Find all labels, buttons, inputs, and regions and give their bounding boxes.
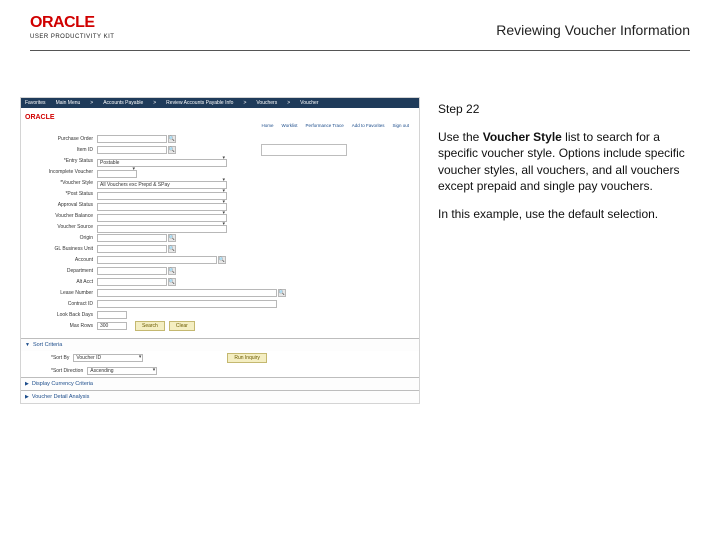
brand-block: ORACLE USER PRODUCTIVITY KIT [30, 14, 114, 40]
clear-button[interactable]: Clear [169, 321, 195, 331]
section-sort-label: Sort Criteria [33, 342, 62, 348]
search-form: Purchase Order🔍 Item ID🔍 *Entry StatusPo… [21, 131, 419, 338]
oracle-small-logo: ORACLE [25, 114, 55, 121]
account-label: Account [27, 257, 97, 263]
collapse-icon: ▶ [25, 394, 29, 400]
run-inquiry-button[interactable]: Run Inquiry [227, 353, 267, 363]
vsource-select[interactable] [97, 225, 227, 233]
header-divider [30, 50, 690, 51]
crumb-ap[interactable]: Accounts Payable [103, 100, 143, 106]
po-label: Purchase Order [27, 136, 97, 142]
origin-label: Origin [27, 235, 97, 241]
lookup-icon[interactable]: 🔍 [168, 234, 176, 242]
link-home[interactable]: Home [262, 123, 274, 128]
vbalance-label: Voucher Balance [27, 213, 97, 219]
crumb-voucher[interactable]: Voucher [300, 100, 318, 106]
search-button[interactable]: Search [135, 321, 165, 331]
vsource-label: Voucher Source [27, 224, 97, 230]
instruction-paragraph-1: Use the Voucher Style list to search for… [438, 129, 692, 194]
instruction-panel: Step 22 Use the Voucher Style list to se… [438, 97, 700, 404]
instruction-paragraph-2: In this example, use the default selecti… [438, 206, 692, 222]
dept-label: Department [27, 268, 97, 274]
app-linkbar: Home Worklist Performance Trace Add to F… [25, 122, 415, 129]
collapse-icon: ▶ [25, 381, 29, 387]
sortorder-select[interactable]: Ascending [87, 367, 157, 375]
entry-label: *Entry Status [27, 158, 97, 164]
crumb-favorites[interactable]: Favorites [25, 100, 46, 106]
po-input[interactable] [97, 135, 167, 143]
breadcrumb-bar: Favorites Main Menu > Accounts Payable >… [21, 98, 419, 108]
glunit-input[interactable] [97, 245, 167, 253]
maxrows-label: Max Rows [27, 323, 97, 329]
lookup-icon[interactable]: 🔍 [168, 146, 176, 154]
item-label: Item ID [27, 147, 97, 153]
sortby-select[interactable]: Voucher ID [73, 354, 143, 362]
dept-input[interactable] [97, 267, 167, 275]
link-worklist[interactable]: Worklist [282, 123, 298, 128]
app-brand-row: ORACLE Home Worklist Performance Trace A… [21, 108, 419, 131]
sortorder-label: *Sort Direction [51, 368, 83, 374]
lookup-icon[interactable]: 🔍 [168, 245, 176, 253]
lookup-icon[interactable]: 🔍 [168, 267, 176, 275]
link-signout[interactable]: Sign out [392, 123, 409, 128]
post-label: *Post Status [27, 191, 97, 197]
lookback-label: Look Back Days [27, 312, 97, 318]
vstyle-label: *Voucher Style [27, 180, 97, 186]
item-input[interactable] [97, 146, 167, 154]
oracle-logo: ORACLE [30, 14, 114, 32]
crumb-main[interactable]: Main Menu [56, 100, 81, 106]
origin-input[interactable] [97, 234, 167, 242]
glunit-label: GL Business Unit [27, 246, 97, 252]
approval-label: Approval Status [27, 202, 97, 208]
section-detail-label: Voucher Detail Analysis [32, 394, 89, 400]
lookback-input[interactable] [97, 311, 127, 319]
link-addfav[interactable]: Add to Favorites [352, 123, 385, 128]
section-sort[interactable]: ▼Sort Criteria [21, 338, 419, 351]
altacct-label: Alt Acct [27, 279, 97, 285]
highlight-callout [261, 144, 347, 156]
maxrows-input[interactable] [97, 322, 127, 330]
expand-icon: ▼ [25, 342, 30, 348]
voucher-style-term: Voucher Style [483, 130, 562, 144]
section-display-label: Display Currency Criteria [32, 381, 93, 387]
lookup-icon[interactable]: 🔍 [168, 278, 176, 286]
lookup-icon[interactable]: 🔍 [168, 135, 176, 143]
contract-input[interactable] [97, 300, 277, 308]
sortby-label: *Sort By [51, 355, 69, 361]
lease-label: Lease Number [27, 290, 97, 296]
lookup-icon[interactable]: 🔍 [278, 289, 286, 297]
contract-label: Contract ID [27, 301, 97, 307]
lookup-icon[interactable]: 🔍 [218, 256, 226, 264]
step-label: Step 22 [438, 101, 692, 117]
section-voucher-detail[interactable]: ▶Voucher Detail Analysis [21, 390, 419, 403]
incomplete-label: Incomplete Voucher [27, 169, 97, 175]
lease-input[interactable] [97, 289, 277, 297]
page-title: Reviewing Voucher Information [496, 14, 690, 38]
section-display-currency[interactable]: ▶Display Currency Criteria [21, 377, 419, 390]
upk-subtitle: USER PRODUCTIVITY KIT [30, 34, 114, 40]
link-perf[interactable]: Performance Trace [305, 123, 343, 128]
crumb-review[interactable]: Review Accounts Payable Info [166, 100, 233, 106]
text: Use the [438, 130, 483, 144]
altacct-input[interactable] [97, 278, 167, 286]
crumb-vouchers[interactable]: Vouchers [256, 100, 277, 106]
account-input[interactable] [97, 256, 217, 264]
app-screenshot: Favorites Main Menu > Accounts Payable >… [20, 97, 420, 404]
